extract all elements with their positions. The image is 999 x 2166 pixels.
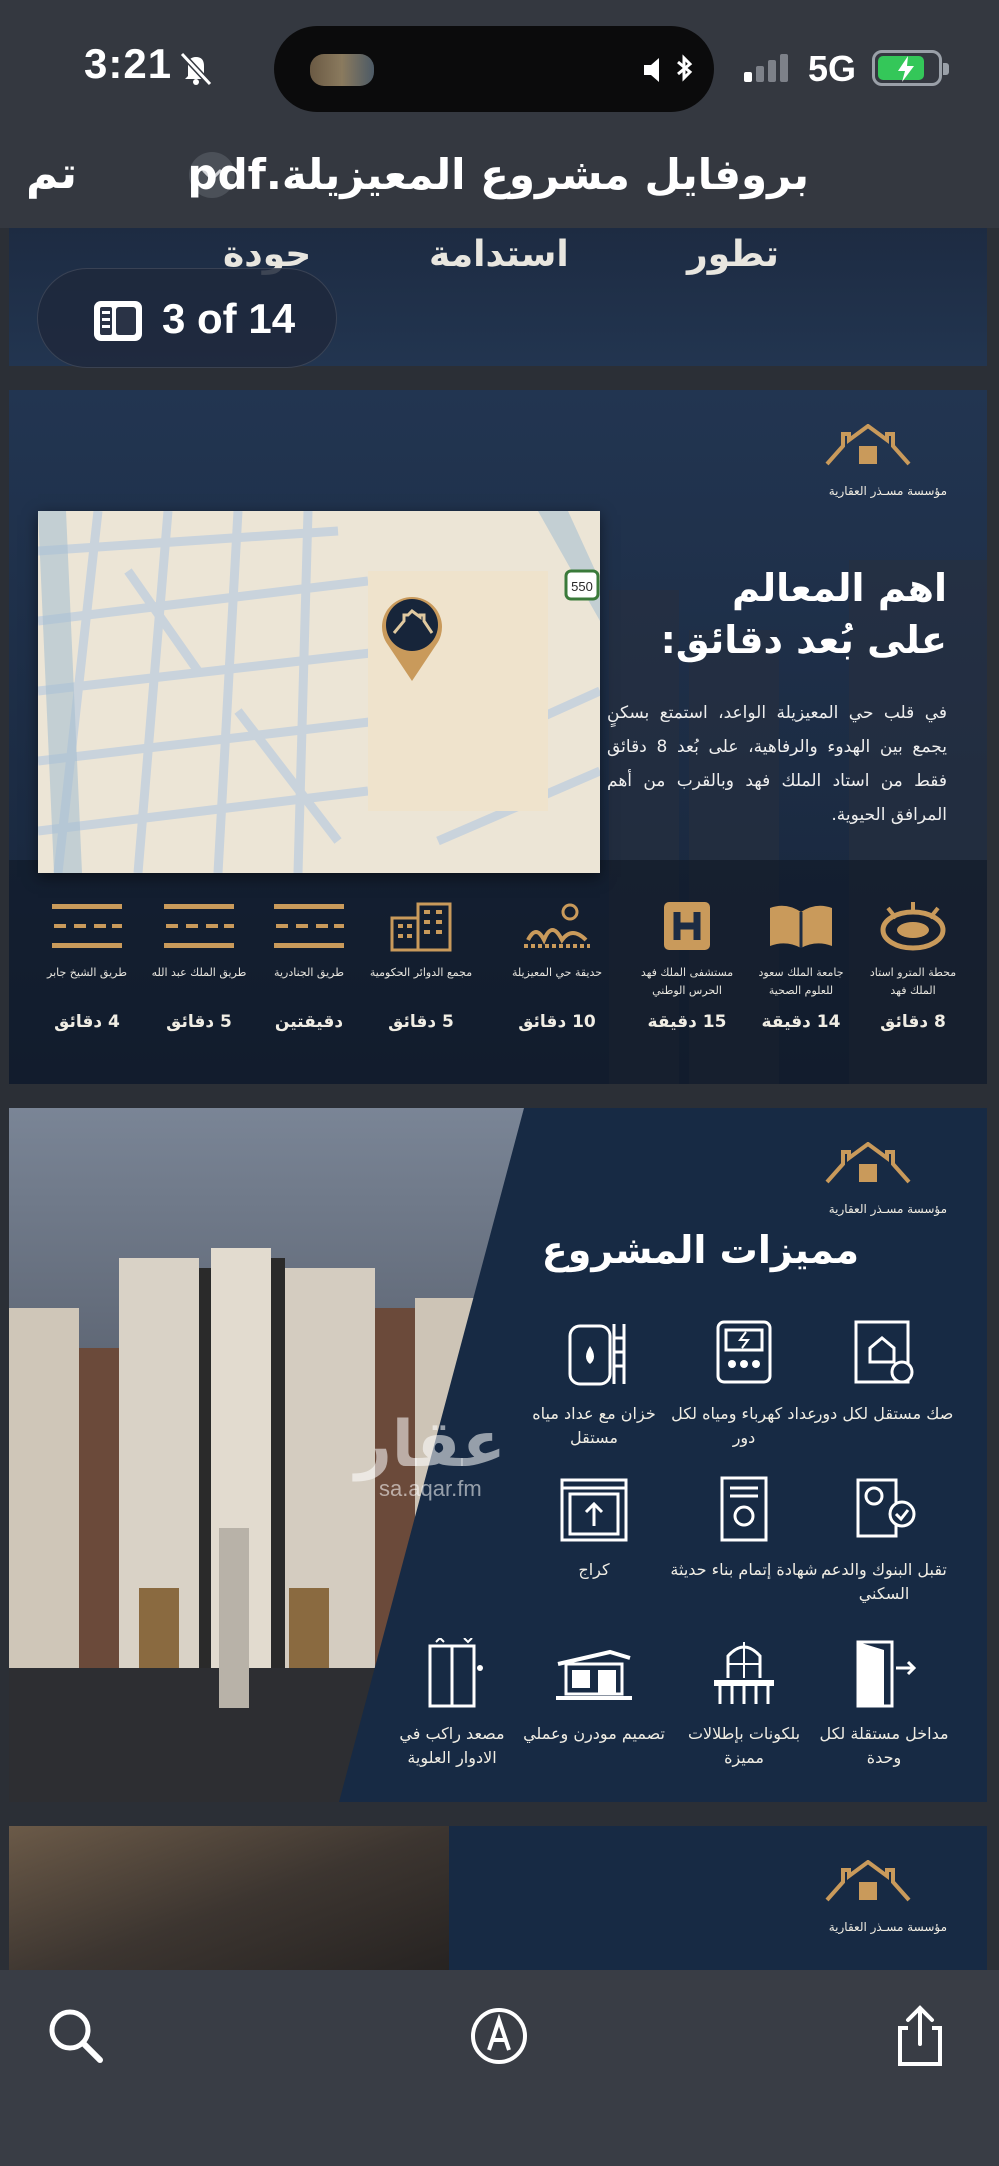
hospital-icon xyxy=(664,902,710,950)
book-icon xyxy=(770,905,832,948)
markup-button[interactable] xyxy=(467,2004,531,2068)
landmarks-heading-line1: اهم المعالم xyxy=(732,566,947,610)
landmark-time: 4 دقائق xyxy=(54,1012,120,1032)
certificate-icon xyxy=(720,1476,768,1542)
house-logo-icon xyxy=(825,1860,911,1902)
landmark-time: 5 دقائق xyxy=(166,1012,232,1032)
share-button[interactable] xyxy=(888,2004,952,2068)
search-icon xyxy=(49,2009,103,2063)
road-icon xyxy=(52,904,122,948)
signal-icon xyxy=(744,54,788,82)
landmark-time: 15 دقيقة xyxy=(647,1012,727,1032)
location-map: 550 xyxy=(38,511,600,873)
landmark-item: طريق الجنادرية دقيقتين xyxy=(253,900,365,1032)
network-type: 5G xyxy=(808,48,857,89)
company-logo: مؤسسة مسـذر العقارية xyxy=(787,424,947,498)
feature-item: خزان مع عداد مياه مستقل xyxy=(519,1318,669,1450)
landmark-item: مجمع الدوائر الحكومية 5 دقائق xyxy=(365,900,477,1032)
map-pin-icon xyxy=(382,597,442,681)
pdf-page-4-top: مؤسسة مسـذر العقارية xyxy=(9,1826,987,1970)
features-heading: مميزات المشروع xyxy=(541,1228,859,1272)
landmark-time: 8 دقائق xyxy=(880,1012,946,1032)
document-title[interactable]: بروفايل مشروع المعيزيلة.pdf xyxy=(188,150,810,199)
bottom-toolbar xyxy=(0,1970,999,2166)
pdf-page-landmarks: مؤسسة مسـذر العقارية 550 اهم المعالم على… xyxy=(9,390,987,1084)
markup-pen-icon xyxy=(471,2008,527,2064)
landmarks-heading-line2: على بُعد دقائق: xyxy=(660,618,947,662)
landmark-item: محطة المترو استاد الملك فهد 8 دقائق xyxy=(857,900,969,1032)
feature-item: تقبل البنوك والدعم السكني xyxy=(809,1474,959,1606)
landmark-item: طريق الملك عبد الله 5 دقائق xyxy=(143,900,255,1032)
interior-photo xyxy=(9,1826,449,1970)
pdf-viewer[interactable]: تطور استدامة حودة 3 of 14 مؤسسة مسـذر ال… xyxy=(0,228,999,1970)
feature-item: بلكونات بإطلالات مميزة xyxy=(669,1638,819,1770)
document-nav-bar: تم بروفايل مشروع المعيزيلة.pdf xyxy=(0,140,999,228)
government-building-icon xyxy=(390,902,452,952)
company-name: مؤسسة مسـذر العقارية xyxy=(828,1202,947,1216)
status-time: 3:21 xyxy=(84,40,173,87)
value-word-2: استدامة xyxy=(429,234,569,275)
modern-house-icon xyxy=(556,1649,632,1700)
road-icon xyxy=(164,904,234,948)
park-icon xyxy=(524,903,590,948)
landmark-item: جامعة الملك سعود للعلوم الصحية 14 دقيقة xyxy=(745,900,857,1032)
landmark-item: مستشفى الملك فهد الحرس الوطني 15 دقيقة xyxy=(631,900,743,1032)
water-tank-icon xyxy=(568,1324,626,1386)
share-icon xyxy=(898,2005,942,2066)
landmark-name: طريق الجنادرية xyxy=(274,966,344,979)
search-button[interactable] xyxy=(44,2004,108,2068)
landmark-item: طريق الشيخ جابر 4 دقائق xyxy=(31,900,143,1032)
feature-item: تصميم مودرن وعملي xyxy=(519,1638,669,1746)
company-logo: مؤسسة مسـذر العقارية xyxy=(787,1860,947,1934)
feature-item: عداد كهرباء ومياه لكل دور xyxy=(669,1318,819,1450)
landmark-time: 5 دقائق xyxy=(388,1012,454,1032)
page-indicator[interactable]: 3 of 14 xyxy=(37,268,337,368)
value-word-1: تطور xyxy=(687,234,779,275)
landmark-time: 14 دقيقة xyxy=(761,1012,841,1032)
landmark-name: مجمع الدوائر الحكومية xyxy=(369,966,473,979)
feature-item: مداخل مستقلة لكل وحدة xyxy=(809,1638,959,1770)
house-logo-icon xyxy=(825,1142,911,1184)
balcony-icon xyxy=(714,1642,774,1704)
audio-bluetooth-icon xyxy=(644,54,693,82)
feature-item: صك مستقل لكل دور xyxy=(809,1318,959,1426)
landmarks-paragraph: في قلب حي المعيزيلة الواعد، استمتع بسكنٍ… xyxy=(607,703,947,825)
landmark-name: مستشفى الملك فهد الحرس الوطني xyxy=(640,966,734,997)
feature-item: مصعد راكب في الادوار العلوية xyxy=(377,1636,527,1770)
sidebar-thumbnails-icon xyxy=(94,301,142,341)
road-icon xyxy=(274,904,344,948)
bank-document-icon xyxy=(856,1478,916,1538)
bell-muted-icon xyxy=(179,51,213,87)
company-name: مؤسسة مسـذر العقارية xyxy=(828,484,947,498)
feature-item: شهادة إتمام بناء حديثة xyxy=(669,1474,819,1582)
status-bar: 3:21 5G xyxy=(0,0,999,140)
done-button[interactable]: تم xyxy=(26,148,77,199)
landmark-name: حديقة حي المعيزيلة xyxy=(511,966,603,979)
battery-icon xyxy=(872,50,949,86)
landmark-time: 10 دقائق xyxy=(518,1012,596,1032)
road-number-badge: 550 xyxy=(571,579,593,594)
elevator-icon xyxy=(428,1636,483,1708)
deed-certificate-icon xyxy=(854,1320,914,1384)
pdf-page-features: عقار sa.aqar.fm مؤسسة مسـذر العقارية ممي… xyxy=(9,1108,987,1802)
feature-item: كراج xyxy=(519,1474,669,1582)
now-playing-thumbnail xyxy=(310,54,374,86)
landmark-name: طريق الشيخ جابر xyxy=(47,966,127,979)
company-name: مؤسسة مسـذر العقارية xyxy=(828,1920,947,1934)
landmark-name: طريق الملك عبد الله xyxy=(151,966,247,979)
page-indicator-label: 3 of 14 xyxy=(162,295,296,342)
aqar-watermark: عقار sa.aqar.fm xyxy=(355,1408,506,1501)
door-entrance-icon xyxy=(856,1640,917,1708)
company-logo: مؤسسة مسـذر العقارية xyxy=(787,1142,947,1216)
landmark-time: دقيقتين xyxy=(274,1012,344,1032)
dynamic-island[interactable] xyxy=(274,26,714,112)
house-logo-icon xyxy=(825,424,911,466)
landmark-name: محطة المترو استاد الملك فهد xyxy=(869,966,957,997)
stadium-icon xyxy=(880,902,946,951)
electric-meter-icon xyxy=(716,1320,772,1384)
landmark-item: حديقة حي المعيزيلة 10 دقائق xyxy=(501,900,613,1032)
garage-icon xyxy=(560,1478,628,1542)
landmark-name: جامعة الملك سعود للعلوم الصحية xyxy=(758,966,844,997)
